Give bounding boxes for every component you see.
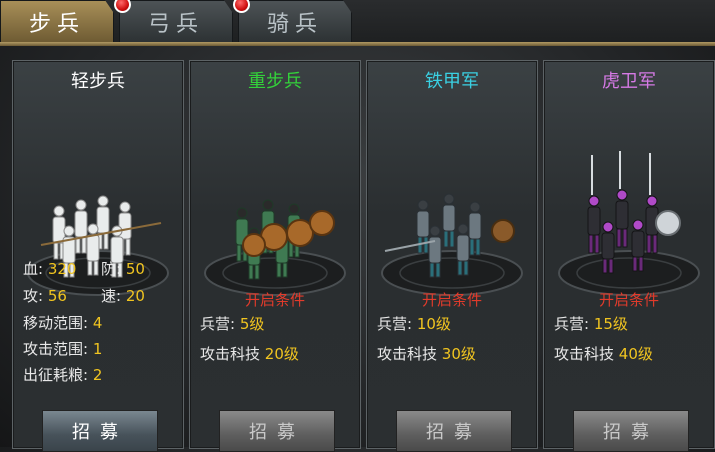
req-attack-tech-label: 攻击科技 bbox=[200, 345, 261, 363]
recruit-button-ironclad[interactable]: 招募 bbox=[396, 410, 512, 452]
tab-infantry-label: 步兵 bbox=[28, 12, 85, 37]
unit-card-ironclad: 铁甲军 开启条件 兵营: 10级 攻击科技 30级 招募 bbox=[366, 60, 538, 452]
stat-range-value: 1 bbox=[92, 340, 103, 358]
tab-infantry[interactable]: 步兵 bbox=[0, 0, 114, 44]
req-barracks-value: 5级 bbox=[239, 315, 265, 333]
req-attack-tech-value: 40级 bbox=[618, 345, 653, 363]
req-attack-tech-value: 20级 bbox=[264, 345, 299, 363]
stat-spd-value: 20 bbox=[125, 287, 145, 305]
stat-hp-value: 320 bbox=[47, 260, 77, 278]
recruit-button-tiger-guard[interactable]: 招募 bbox=[573, 410, 689, 452]
unit-name: 虎卫军 bbox=[602, 71, 656, 92]
unit-name: 轻步兵 bbox=[71, 71, 125, 92]
unit-card-heavy-infantry: 重步兵 开启条件 兵营: 5级 攻击科技 20级 招募 bbox=[189, 60, 361, 452]
unlock-condition-title: 开启条件 bbox=[421, 291, 482, 309]
recruit-button-label: 招募 bbox=[72, 422, 128, 443]
stat-move-label: 移动范围: bbox=[23, 314, 89, 332]
stat-atk-label: 攻: bbox=[23, 287, 44, 305]
recruit-button-heavy-infantry[interactable]: 招募 bbox=[219, 410, 335, 452]
recruit-button-label: 招募 bbox=[603, 422, 659, 443]
stat-food-value: 2 bbox=[92, 366, 103, 384]
unit-portrait bbox=[198, 95, 352, 305]
req-attack-tech-label: 攻击科技 bbox=[554, 345, 615, 363]
unit-type-tabbar: 步兵 弓兵 骑兵 bbox=[0, 0, 715, 46]
stat-food-label: 出征耗粮: bbox=[23, 366, 89, 384]
recruit-button-light-infantry[interactable]: 招募 bbox=[42, 410, 158, 452]
unlock-condition-title: 开启条件 bbox=[598, 291, 659, 309]
req-attack-tech-label: 攻击科技 bbox=[377, 345, 438, 363]
tab-cavalry[interactable]: 骑兵 bbox=[238, 0, 352, 44]
req-barracks-value: 15级 bbox=[593, 315, 628, 333]
recruit-button-label: 招募 bbox=[426, 422, 482, 443]
stat-def-label: 防: bbox=[101, 260, 122, 278]
tab-cavalry-label: 骑兵 bbox=[266, 12, 323, 37]
unit-portrait bbox=[375, 95, 529, 305]
stat-spd-label: 速: bbox=[101, 287, 122, 305]
unlock-condition-title: 开启条件 bbox=[244, 291, 305, 309]
stat-atk-value: 56 bbox=[47, 287, 67, 305]
req-barracks-label: 兵营: bbox=[200, 315, 236, 333]
stat-hp-label: 血: bbox=[23, 260, 44, 278]
stat-def-value: 50 bbox=[125, 260, 145, 278]
req-barracks-label: 兵营: bbox=[554, 315, 590, 333]
stat-range-label: 攻击范围: bbox=[23, 340, 89, 358]
unit-portrait bbox=[552, 95, 706, 305]
unit-name: 铁甲军 bbox=[425, 71, 479, 92]
req-attack-tech-value: 30级 bbox=[441, 345, 476, 363]
unit-name: 重步兵 bbox=[248, 71, 302, 92]
stat-move-value: 4 bbox=[92, 314, 103, 332]
req-barracks-value: 10级 bbox=[416, 315, 451, 333]
tab-archer-label: 弓兵 bbox=[147, 12, 204, 37]
recruit-button-label: 招募 bbox=[249, 422, 305, 443]
unit-card-tiger-guard: 虎卫军 开启条件 兵营: 15级 攻击科技 40级 招募 bbox=[543, 60, 715, 452]
req-barracks-label: 兵营: bbox=[377, 315, 413, 333]
tab-archer[interactable]: 弓兵 bbox=[119, 0, 233, 44]
unit-card-light-infantry: 轻步兵 血: 320 防: 50 攻: 56 速: 20 移动范围: 4 攻击范… bbox=[12, 60, 184, 452]
